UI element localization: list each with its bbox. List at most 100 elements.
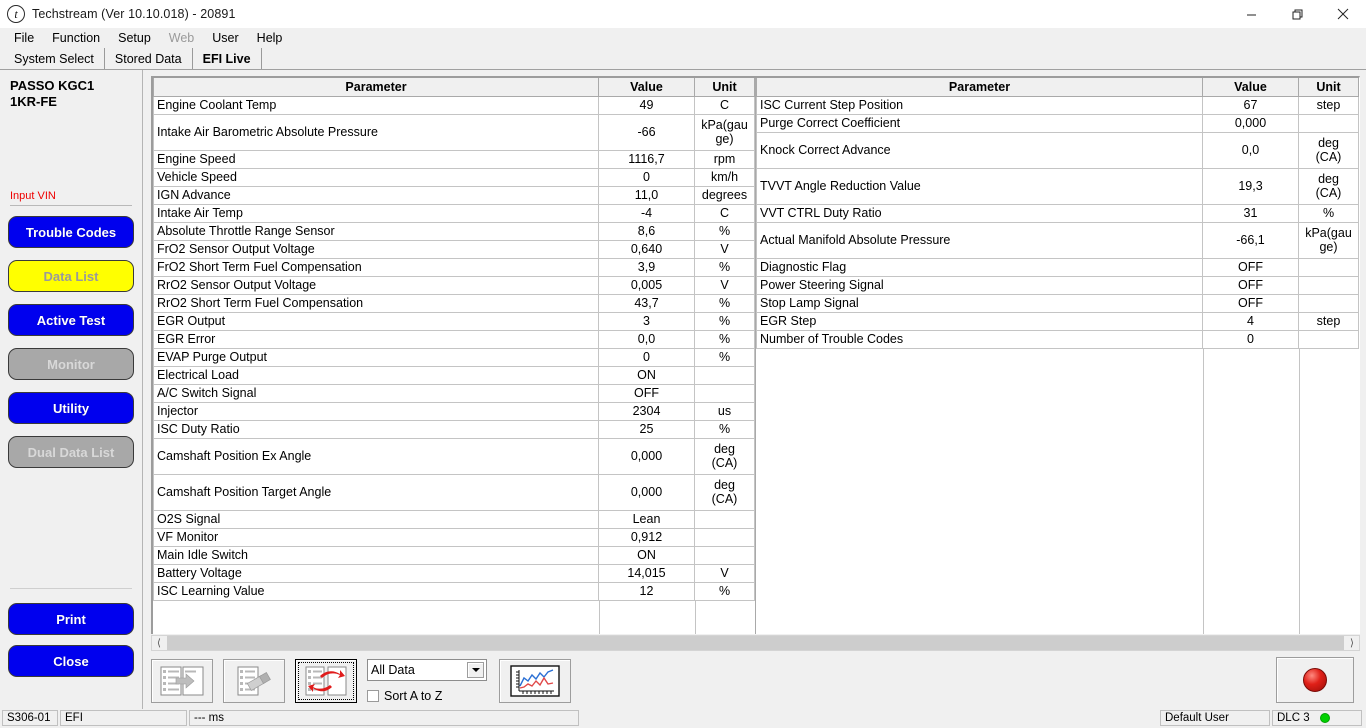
sidebar-item-data-list[interactable]: Data List xyxy=(8,260,134,292)
table-row[interactable]: Diagnostic Flag OFF xyxy=(756,258,1359,277)
parameter-cell: FrO2 Sensor Output Voltage xyxy=(153,240,599,259)
table-row[interactable]: Battery Voltage 14,015 V xyxy=(153,564,755,583)
table-row[interactable]: A/C Switch Signal OFF xyxy=(153,384,755,403)
table-row[interactable]: Engine Speed 1116,7 rpm xyxy=(153,150,755,169)
print-button[interactable]: Print xyxy=(8,603,134,635)
sort-a-to-z-checkbox[interactable] xyxy=(367,690,379,702)
table-row[interactable]: Vehicle Speed 0 km/h xyxy=(153,168,755,187)
vehicle-name-line2: 1KR-FE xyxy=(10,94,57,109)
graph-view-icon[interactable] xyxy=(499,659,571,703)
chevron-left-icon[interactable]: ⟨ xyxy=(152,636,166,650)
minimize-icon[interactable] xyxy=(1228,0,1274,28)
close-button[interactable]: Close xyxy=(8,645,134,677)
chevron-down-icon[interactable] xyxy=(467,662,484,678)
table-row[interactable]: EGR Step 4 step xyxy=(756,312,1359,331)
status-user: Default User xyxy=(1160,710,1270,726)
table-row[interactable]: Stop Lamp Signal OFF xyxy=(756,294,1359,313)
table-row[interactable]: Intake Air Temp -4 C xyxy=(153,204,755,223)
table-row[interactable]: RrO2 Short Term Fuel Compensation 43,7% xyxy=(153,294,755,313)
unit-cell xyxy=(1298,330,1359,349)
tab-system-select[interactable]: System Select xyxy=(4,48,105,69)
menu-user[interactable]: User xyxy=(203,29,247,47)
move-to-list-icon[interactable] xyxy=(151,659,213,703)
value-cell: OFF xyxy=(1202,276,1299,295)
table-row[interactable]: Injector 2304 us xyxy=(153,402,755,421)
sort-a-to-z-checkbox-row[interactable]: Sort A to Z xyxy=(367,689,487,703)
table-row[interactable]: TVVT Angle Reduction Value 19,3 deg (CA) xyxy=(756,168,1359,205)
table-row[interactable]: Intake Air Barometric Absolute Pressure -… xyxy=(153,114,755,151)
right-filler-value xyxy=(1203,348,1300,634)
value-cell: 11,0 xyxy=(598,186,695,205)
table-row[interactable]: EGR Output 3% xyxy=(153,312,755,331)
record-button[interactable] xyxy=(1276,657,1354,703)
table-row[interactable]: Purge Correct Coefficient 0,000 xyxy=(756,114,1359,133)
scrollbar-thumb[interactable] xyxy=(167,636,1344,650)
menu-setup[interactable]: Setup xyxy=(109,29,160,47)
table-row[interactable]: ISC Learning Value 12% xyxy=(153,582,755,601)
clear-list-icon[interactable] xyxy=(223,659,285,703)
unit-cell: deg (CA) xyxy=(1298,168,1359,205)
table-row[interactable]: IGN Advance 11,0 degrees xyxy=(153,186,755,205)
table-row[interactable]: EVAP Purge Output 0% xyxy=(153,348,755,367)
table-row[interactable]: Camshaft Position Ex Angle 0,000 deg (CA) xyxy=(153,438,755,475)
left-header-value[interactable]: Value xyxy=(598,78,695,97)
data-filter-select[interactable]: All Data xyxy=(367,659,487,681)
value-cell: Lean xyxy=(598,510,695,529)
sort-a-to-z-label: Sort A to Z xyxy=(384,689,443,703)
table-row[interactable]: Actual Manifold Absolute Pressure -66,1 kP… xyxy=(756,222,1359,259)
menu-help[interactable]: Help xyxy=(248,29,292,47)
swap-lists-icon[interactable] xyxy=(295,659,357,703)
parameter-cell: A/C Switch Signal xyxy=(153,384,599,403)
value-cell: 19,3 xyxy=(1202,168,1299,205)
right-header-parameter[interactable]: Parameter xyxy=(756,78,1203,97)
unit-cell: rpm xyxy=(694,150,755,169)
unit-cell: deg (CA) xyxy=(694,474,755,511)
table-row[interactable]: Absolute Throttle Range Sensor 8,6% xyxy=(153,222,755,241)
sidebar-item-trouble-codes[interactable]: Trouble Codes xyxy=(8,216,134,248)
table-row[interactable]: Main Idle Switch ON xyxy=(153,546,755,565)
table-row[interactable]: VF Monitor 0,912 xyxy=(153,528,755,547)
table-row[interactable]: ISC Duty Ratio 25% xyxy=(153,420,755,439)
table-row[interactable]: Knock Correct Advance 0,0 deg (CA) xyxy=(756,132,1359,169)
table-row[interactable]: Engine Coolant Temp 49 C xyxy=(153,96,755,115)
table-row[interactable]: Power Steering Signal OFF xyxy=(756,276,1359,295)
right-header-value[interactable]: Value xyxy=(1202,78,1299,97)
tab-efi-live[interactable]: EFI Live xyxy=(192,48,262,69)
value-cell: 1116,7 xyxy=(598,150,695,169)
parameter-cell: Stop Lamp Signal xyxy=(756,294,1203,313)
menu-file[interactable]: File xyxy=(5,29,43,47)
right-table-header-row: Parameter Value Unit xyxy=(756,78,1359,97)
table-row[interactable]: FrO2 Sensor Output Voltage 0,640 V xyxy=(153,240,755,259)
title-bar: t Techstream (Ver 10.10.018) - 20891 xyxy=(0,0,1366,28)
table-row[interactable]: Number of Trouble Codes 0 xyxy=(756,330,1359,349)
sidebar-item-monitor: Monitor xyxy=(8,348,134,380)
table-row[interactable]: EGR Error 0,0% xyxy=(153,330,755,349)
left-header-parameter[interactable]: Parameter xyxy=(153,78,599,97)
table-row[interactable]: ISC Current Step Position 67 step xyxy=(756,96,1359,115)
table-row[interactable]: RrO2 Sensor Output Voltage 0,005 V xyxy=(153,276,755,295)
horizontal-scrollbar[interactable]: ⟨ ⟩ xyxy=(151,635,1360,651)
sidebar-item-active-test[interactable]: Active Test xyxy=(8,304,134,336)
close-icon[interactable] xyxy=(1320,0,1366,28)
value-cell: ON xyxy=(598,366,695,385)
value-cell: 0,0 xyxy=(1202,132,1299,169)
restore-icon[interactable] xyxy=(1274,0,1320,28)
left-header-unit[interactable]: Unit xyxy=(694,78,755,97)
menu-function[interactable]: Function xyxy=(43,29,109,47)
chevron-right-icon[interactable]: ⟩ xyxy=(1345,636,1359,650)
sidebar-item-utility[interactable]: Utility xyxy=(8,392,134,424)
value-cell: 0,640 xyxy=(598,240,695,259)
right-header-unit[interactable]: Unit xyxy=(1298,78,1359,97)
table-row[interactable]: FrO2 Short Term Fuel Compensation 3,9% xyxy=(153,258,755,277)
table-row[interactable]: VVT CTRL Duty Ratio 31% xyxy=(756,204,1359,223)
unit-cell xyxy=(1298,276,1359,295)
table-row[interactable]: Electrical Load ON xyxy=(153,366,755,385)
vin-section: Input VIN xyxy=(6,190,136,206)
sidebar: PASSO KGC1 1KR-FE Input VIN Trouble Code… xyxy=(0,70,143,709)
scrollbar-track[interactable] xyxy=(166,636,1345,650)
tab-stored-data[interactable]: Stored Data xyxy=(104,48,193,69)
unit-cell: V xyxy=(694,276,755,295)
table-row[interactable]: Camshaft Position Target Angle 0,000 deg (C… xyxy=(153,474,755,511)
table-row[interactable]: O2S Signal Lean xyxy=(153,510,755,529)
input-vin-label[interactable]: Input VIN xyxy=(10,190,136,202)
